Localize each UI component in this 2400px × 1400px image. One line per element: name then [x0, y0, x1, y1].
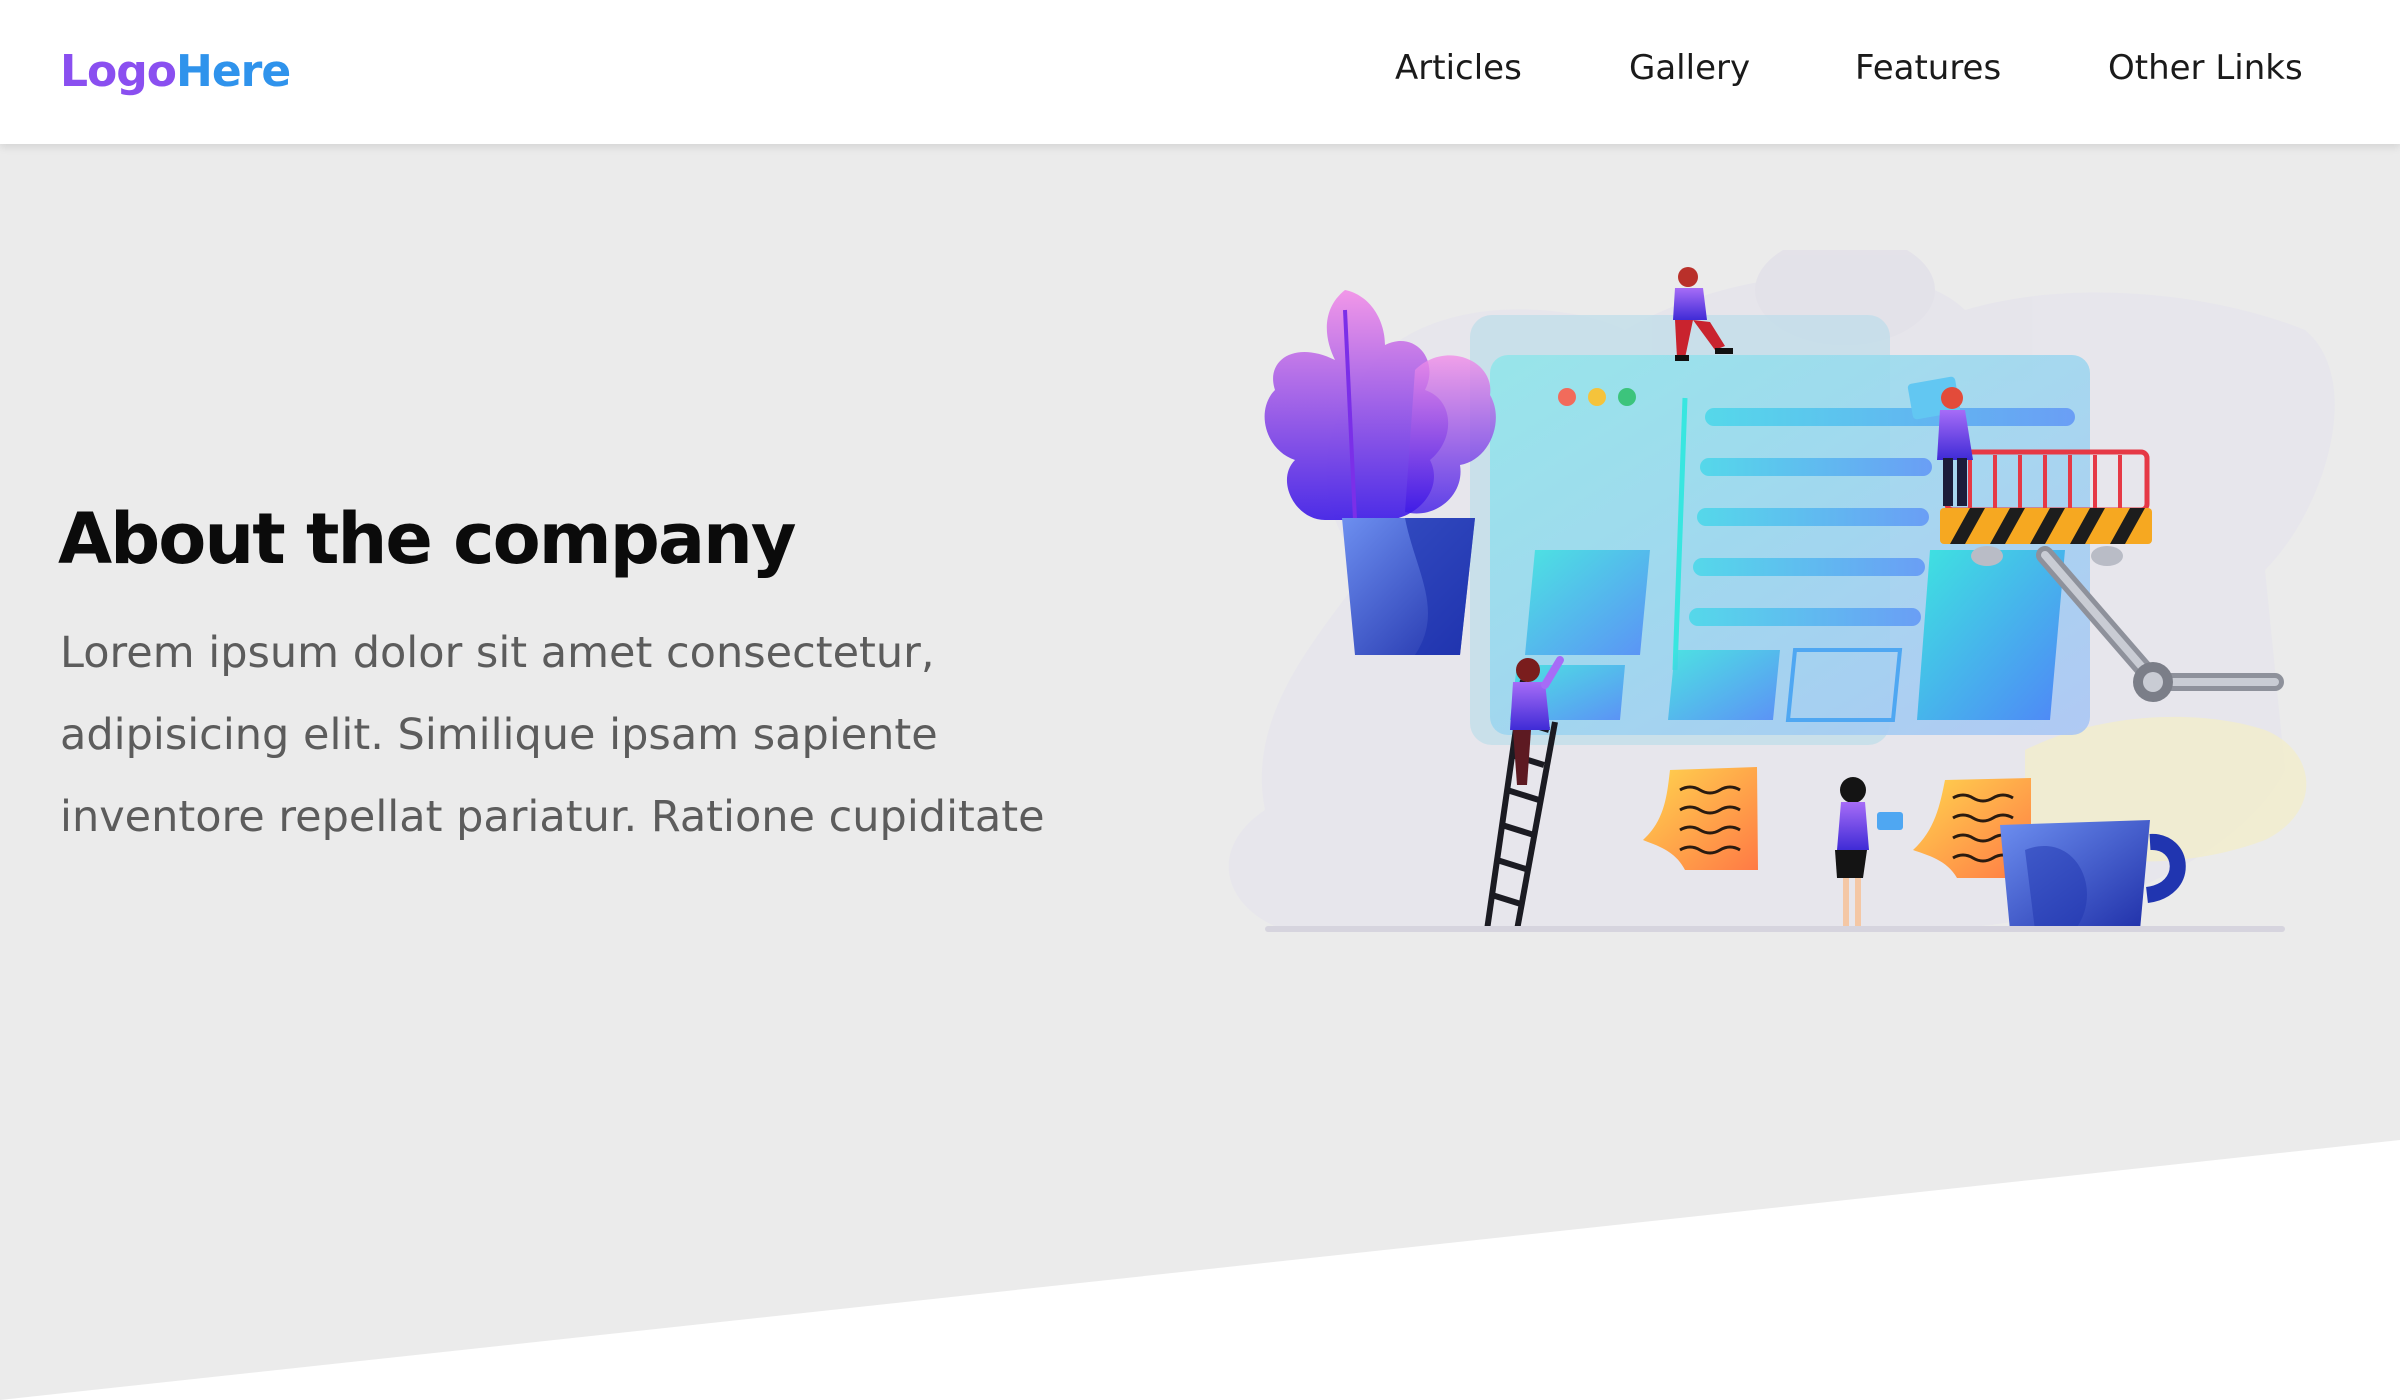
bottom-diagonal-shape [0, 1140, 2400, 1400]
nav-link-other-links[interactable]: Other Links [2108, 48, 2303, 88]
nav-link-features[interactable]: Features [1855, 48, 2001, 88]
main-nav: Articles Gallery Features Other Links [0, 48, 2400, 98]
hero-illustration [1228, 250, 2335, 932]
ground-line [1265, 926, 2285, 932]
nav-link-gallery[interactable]: Gallery [1629, 48, 1750, 88]
website-screen [1490, 355, 2090, 735]
site-header: LogoHere Articles Gallery Features Other… [0, 0, 2400, 144]
hero-description: Lorem ipsum dolor sit amet consectetur, … [60, 628, 1045, 842]
nav-link-articles[interactable]: Articles [1395, 48, 1522, 88]
hero-title: About the company [58, 498, 797, 580]
